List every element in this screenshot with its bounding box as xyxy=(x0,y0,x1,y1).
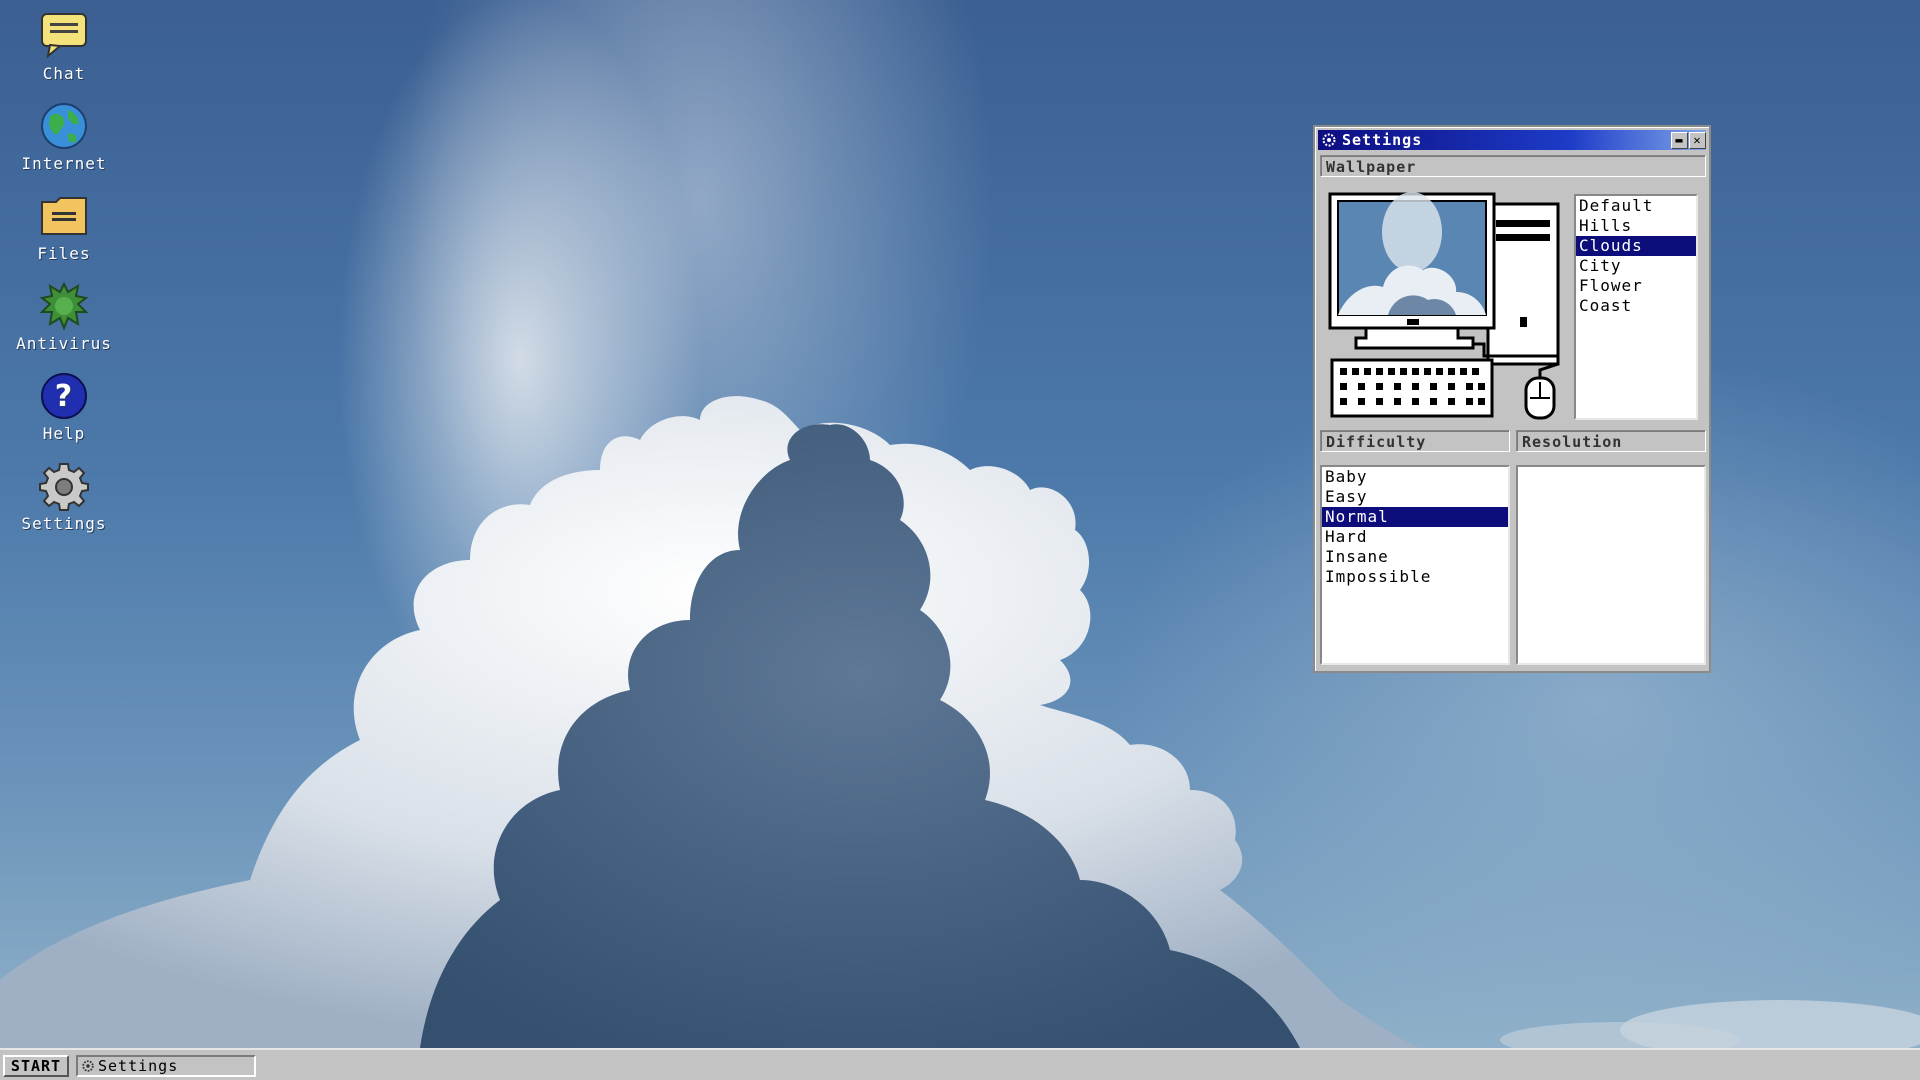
wallpaper-option[interactable]: Flower xyxy=(1576,276,1696,296)
help-question-icon: ? xyxy=(41,373,87,419)
wallpaper-preview xyxy=(1328,192,1560,420)
difficulty-option[interactable]: Impossible xyxy=(1322,567,1508,587)
wallpaper-option[interactable]: Hills xyxy=(1576,216,1696,236)
taskbar-item-label: Settings xyxy=(98,1057,179,1075)
desktop-icon-label: Internet xyxy=(21,154,107,173)
taskbar: START Settings xyxy=(0,1048,1920,1080)
taskbar-item-settings[interactable]: Settings xyxy=(76,1055,256,1077)
difficulty-option[interactable]: Easy xyxy=(1322,487,1508,507)
wallpaper-list[interactable]: Default Hills Clouds City Flower Coast xyxy=(1574,194,1698,420)
difficulty-list[interactable]: Baby Easy Normal Hard Insane Impossible xyxy=(1320,465,1510,665)
chat-bubble-icon xyxy=(41,13,87,59)
start-button[interactable]: START xyxy=(3,1055,69,1077)
desktop-icon-label: Files xyxy=(37,244,91,263)
gear-icon xyxy=(39,463,89,511)
desktop-icon-files[interactable]: Files xyxy=(4,190,124,263)
globe-icon xyxy=(41,103,87,149)
desktop-icon-chat[interactable]: Chat xyxy=(4,10,124,83)
wallpaper-option-selected[interactable]: Clouds xyxy=(1576,236,1696,256)
settings-title-bar[interactable]: Settings ▬ ✕ xyxy=(1318,130,1706,150)
desktop-icon-label: Settings xyxy=(21,514,107,533)
desktop-icon-help[interactable]: ? Help xyxy=(4,370,124,443)
desktop-icon-antivirus[interactable]: Antivirus xyxy=(4,280,124,353)
desktop-icon-label: Help xyxy=(42,424,86,443)
gear-icon xyxy=(1322,133,1336,147)
window-title: Settings xyxy=(1342,131,1423,149)
wallpaper-option[interactable]: Coast xyxy=(1576,296,1696,316)
resolution-list[interactable] xyxy=(1516,465,1706,665)
desktop-icon-label: Chat xyxy=(42,64,86,83)
desktop-icon-label: Antivirus xyxy=(16,334,112,353)
difficulty-option[interactable]: Baby xyxy=(1322,467,1508,487)
gear-icon xyxy=(82,1060,94,1072)
desktop-icon-settings[interactable]: Settings xyxy=(4,460,124,533)
difficulty-section-header: Difficulty xyxy=(1320,430,1510,452)
wallpaper-section-header: Wallpaper xyxy=(1320,155,1706,177)
difficulty-option[interactable]: Hard xyxy=(1322,527,1508,547)
settings-window: Settings ▬ ✕ Wallpaper Default Hills Clo… xyxy=(1313,125,1711,673)
minimize-button[interactable]: ▬ xyxy=(1671,132,1688,149)
resolution-section-header: Resolution xyxy=(1516,430,1706,452)
difficulty-option-selected[interactable]: Normal xyxy=(1322,507,1508,527)
desktop-icon-internet[interactable]: Internet xyxy=(4,100,124,173)
difficulty-option[interactable]: Insane xyxy=(1322,547,1508,567)
wallpaper-option[interactable]: City xyxy=(1576,256,1696,276)
antivirus-bug-icon xyxy=(39,281,89,331)
wallpaper-option[interactable]: Default xyxy=(1576,196,1696,216)
folder-icon xyxy=(41,197,87,235)
close-button[interactable]: ✕ xyxy=(1689,132,1706,149)
svg-text:?: ? xyxy=(55,379,73,414)
